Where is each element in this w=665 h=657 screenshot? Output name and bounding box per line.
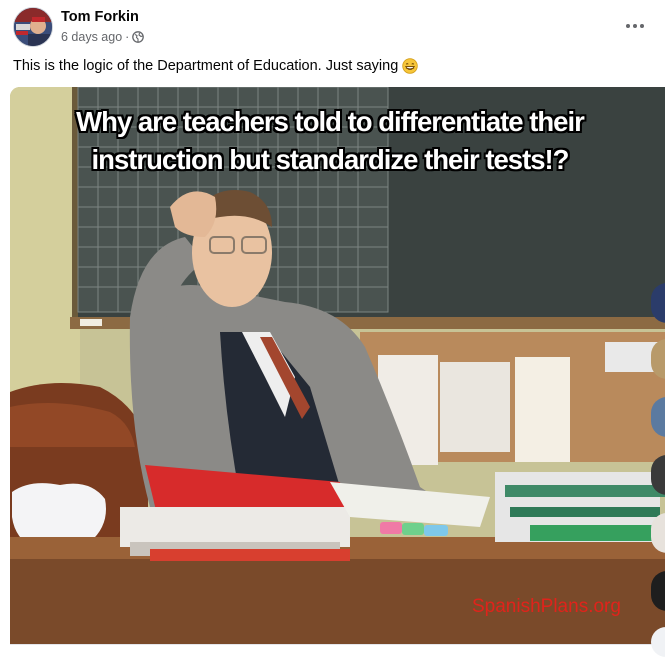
author-avatar[interactable] [13,7,53,47]
post-meta: 6 days ago · [61,30,145,44]
meme-caption-line2: instruction but standardize their tests!… [91,144,570,175]
post-time[interactable]: 6 days ago [61,30,122,44]
meta-separator: · [125,30,130,44]
post-footer-divider [10,644,665,657]
post-header: Tom Forkin 6 days ago · [0,0,665,56]
post-text: This is the logic of the Department of E… [13,58,418,74]
grinning-face-icon [402,58,418,74]
meme-caption-line1: Why are teachers told to differentiate t… [76,106,585,137]
author-name[interactable]: Tom Forkin [61,9,139,25]
more-options-icon[interactable] [617,14,653,38]
globe-icon[interactable] [132,31,145,43]
image-watermark: SpanishPlans.org [472,596,621,617]
post-body: This is the logic of the Department of E… [13,58,399,74]
post-image[interactable]: Why are teachers told to differentiate t… [10,87,665,644]
